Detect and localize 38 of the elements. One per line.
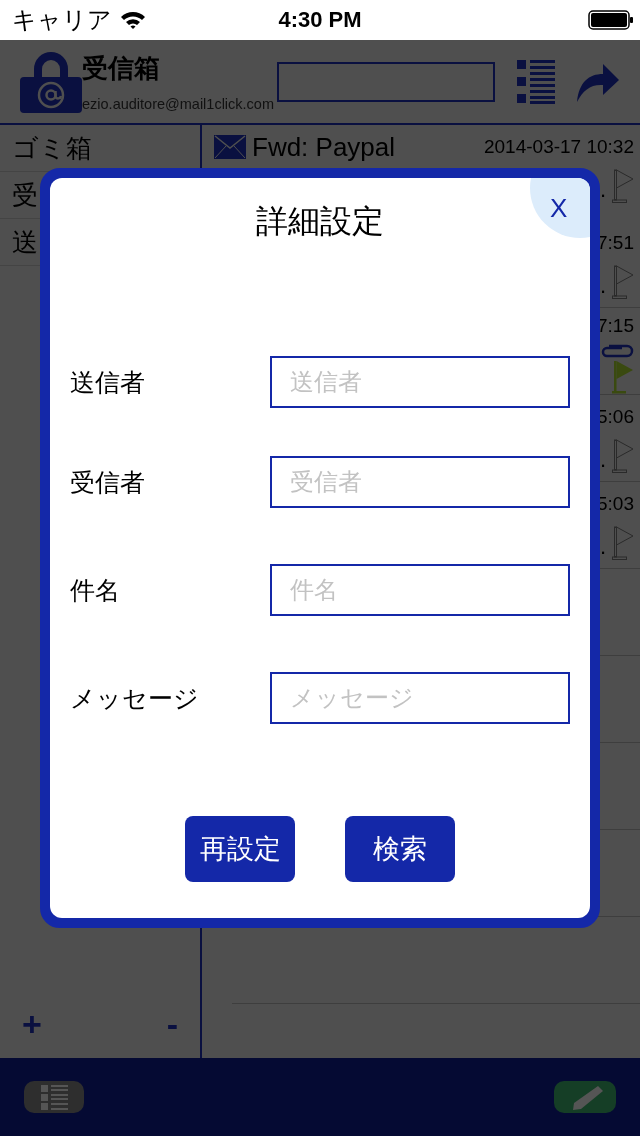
message-time: 7:15 (597, 315, 634, 337)
flag-outline-icon[interactable] (612, 169, 634, 203)
truncation-dot: . (599, 447, 606, 473)
search-field[interactable] (277, 61, 495, 102)
dialog-button[interactable]: 検索 (345, 816, 455, 882)
message-time: 2014-03-17 10:32 (484, 136, 634, 158)
battery-icon (588, 10, 634, 30)
message-subject: Fwd: Paypal (252, 131, 397, 163)
input-field[interactable]: 件名 (270, 564, 570, 616)
envelope-icon (214, 135, 246, 159)
close-button[interactable]: X (530, 178, 590, 238)
input-field[interactable]: 送信者 (270, 356, 570, 408)
compose-button[interactable] (554, 1081, 616, 1113)
dialog-title: 詳細設定 (256, 202, 384, 241)
truncation-dot: . (599, 177, 606, 203)
flag-outline-icon[interactable] (612, 439, 634, 473)
mailbox-title: 受信箱 (82, 52, 161, 85)
flag-outline-icon[interactable] (612, 526, 634, 560)
lock-icon (20, 50, 82, 113)
field-label: 受信者 (70, 466, 146, 498)
dialog-button[interactable]: 再設定 (185, 816, 295, 882)
message-time: 7:51 (597, 232, 634, 254)
input-field[interactable]: メッセージ (270, 672, 570, 724)
flag-icon[interactable] (612, 360, 634, 394)
wifi-icon (120, 10, 146, 30)
list-button[interactable] (24, 1081, 84, 1113)
list-icon[interactable] (517, 58, 555, 105)
truncation-dot: . (599, 534, 606, 560)
field-label: メッセージ (70, 682, 200, 714)
flag-outline-icon[interactable] (612, 265, 634, 299)
field-label: 送信者 (70, 366, 146, 398)
forward-icon[interactable] (577, 61, 619, 102)
field-label: 件名 (70, 574, 121, 606)
clock-time: 4:30 PM (278, 7, 362, 33)
input-field[interactable]: 受信者 (270, 456, 570, 508)
truncation-dot: . (599, 273, 606, 299)
account-email: ezio.auditore@mail1click.com (82, 96, 275, 112)
carrier-name: キャリア (12, 5, 112, 35)
